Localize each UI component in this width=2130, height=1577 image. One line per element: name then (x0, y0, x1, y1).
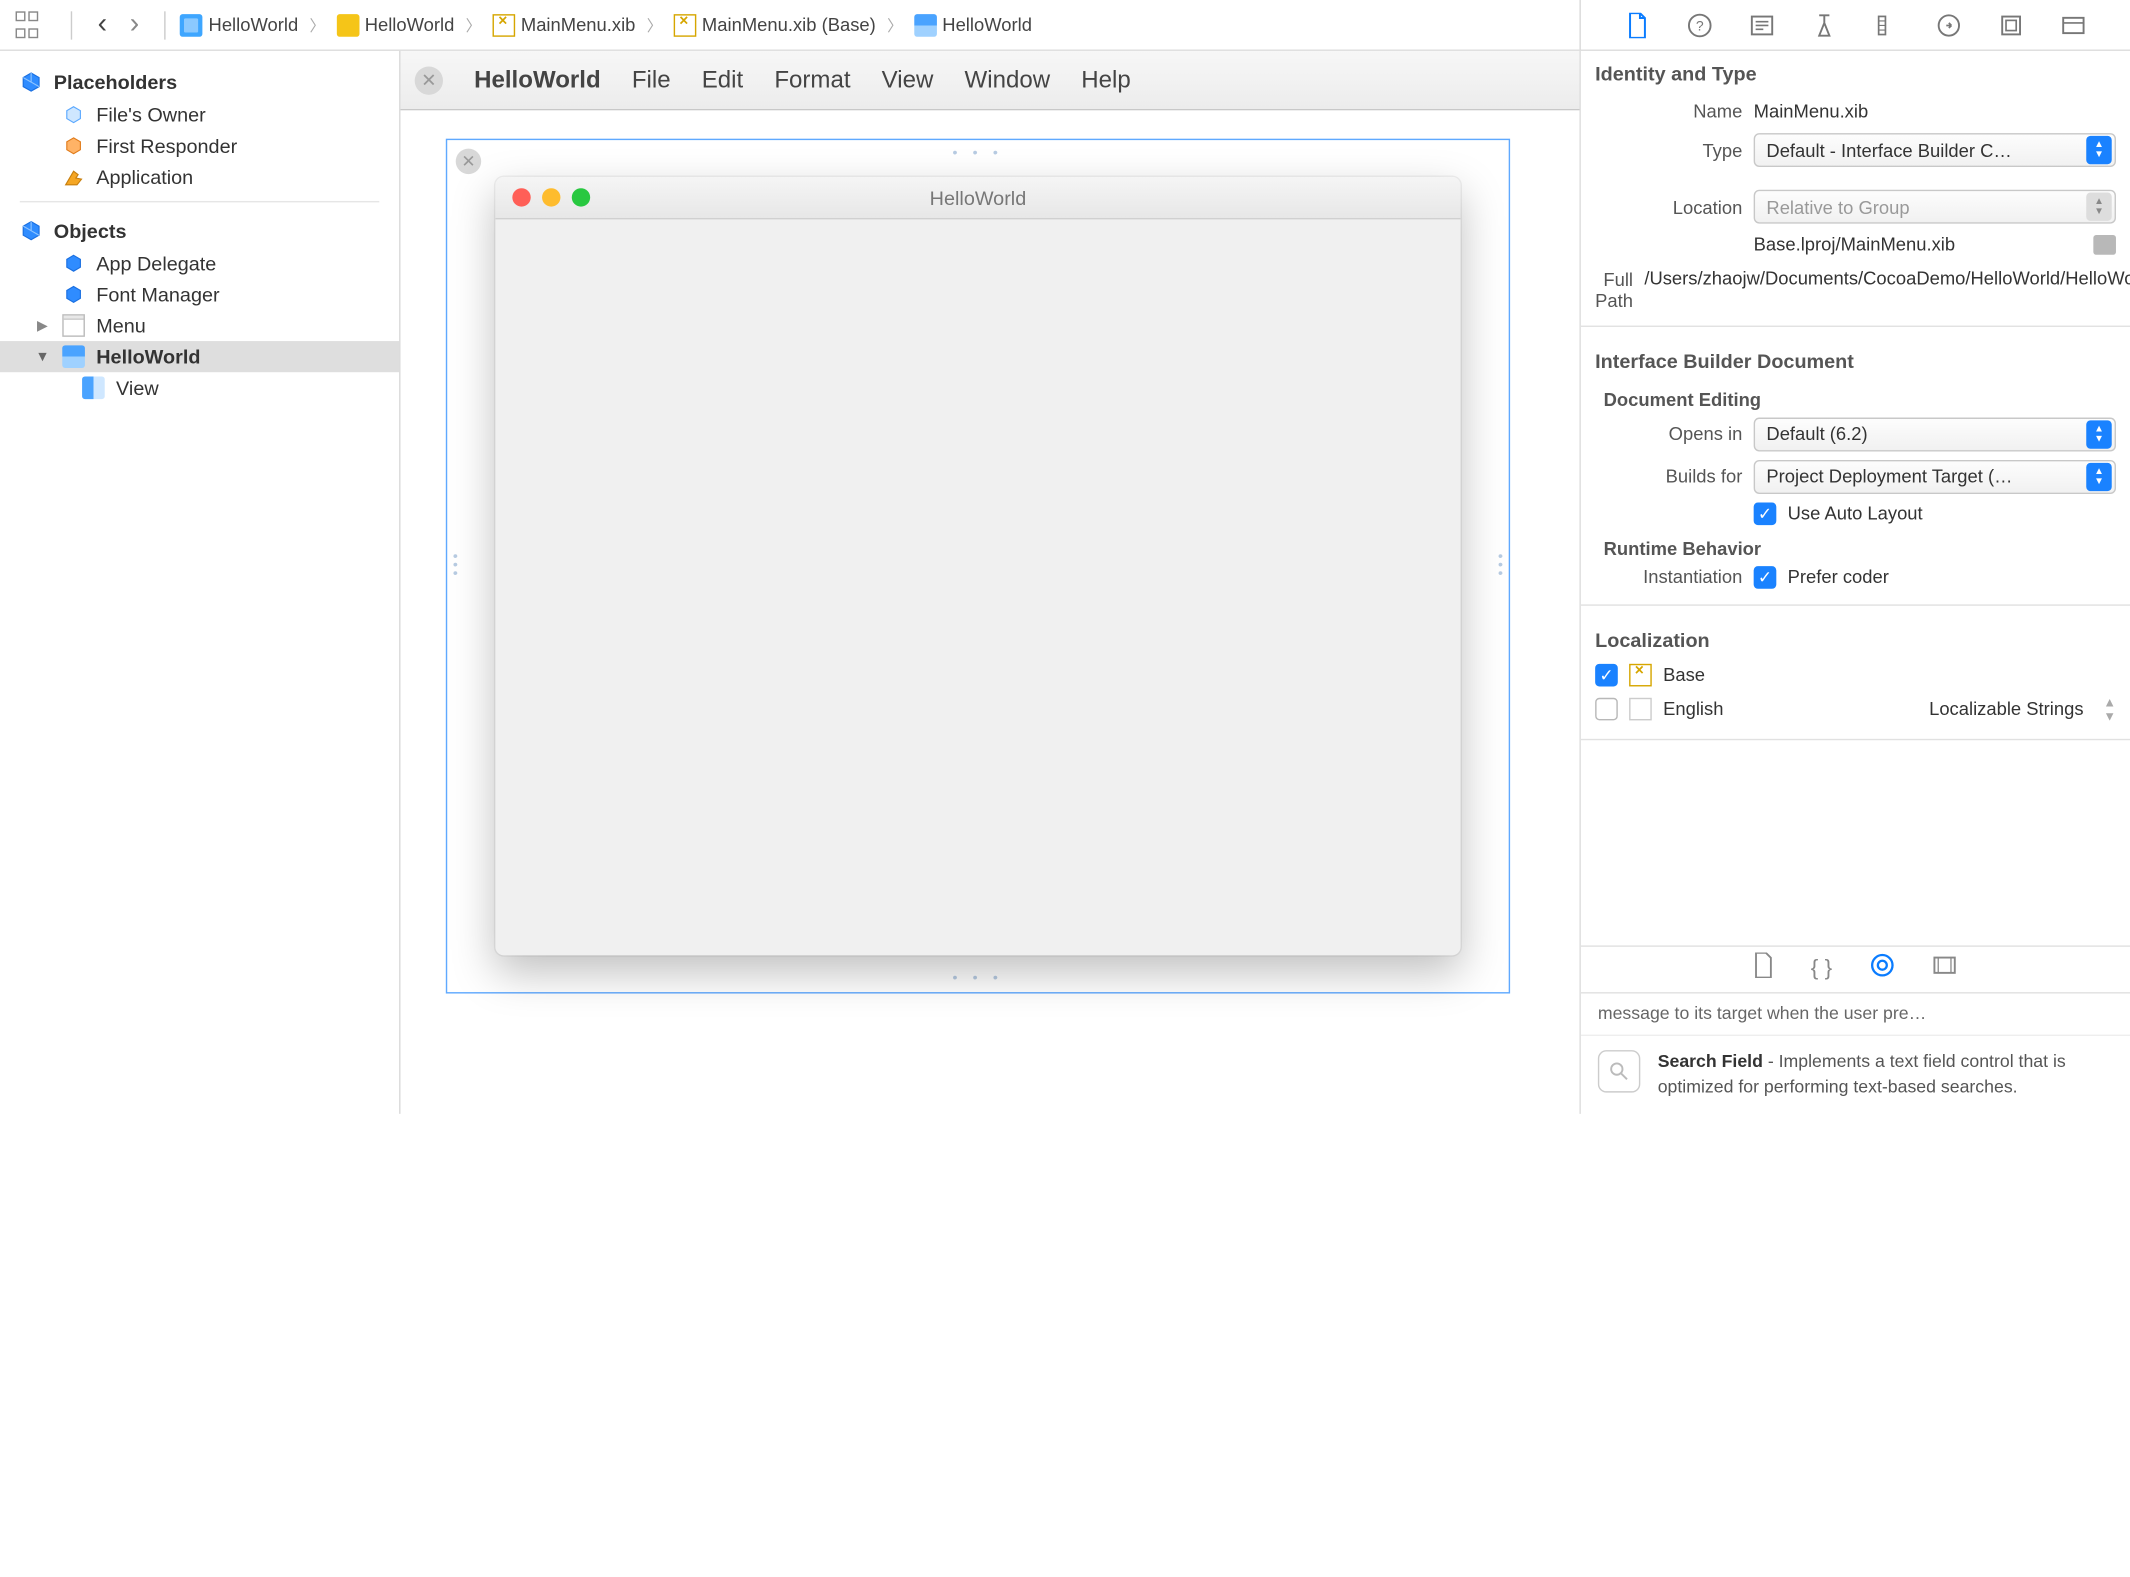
attributes-inspector-tab[interactable] (1809, 9, 1840, 40)
menu-file[interactable]: File (632, 66, 671, 94)
loc-english-checkbox[interactable] (1595, 698, 1618, 721)
close-menubar-icon[interactable]: ✕ (415, 66, 443, 94)
opens-in-label: Opens in (1595, 424, 1742, 445)
menubar-preview[interactable]: ✕ HelloWorld File Edit Format View Windo… (401, 51, 1580, 110)
breadcrumb: HelloWorld 〉 HelloWorld 〉 MainMenu.xib 〉… (180, 13, 1032, 36)
size-inspector-tab[interactable] (1871, 9, 1902, 40)
svg-text:?: ? (1696, 17, 1704, 33)
file-template-library-tab[interactable] (1754, 952, 1774, 985)
autolayout-checkbox[interactable]: ✓ (1754, 502, 1777, 525)
prefer-coder-checkbox[interactable]: ✓ (1754, 566, 1777, 589)
updown-icon[interactable]: ▲▼ (2103, 695, 2116, 723)
file-inspector: Identity and Type Name Type Default - In… (1581, 51, 2130, 1114)
section-localization: Localization (1581, 617, 2130, 659)
disclosure-icon[interactable]: ▶ (34, 318, 51, 334)
fullpath-value: /Users/zhaojw/Documents/CocoaDemo/HelloW… (1644, 266, 2130, 293)
related-items-icon[interactable] (11, 9, 42, 40)
bc-object[interactable]: HelloWorld (914, 13, 1032, 36)
application-item[interactable]: Application (0, 161, 399, 192)
bc-project[interactable]: HelloWorld (180, 13, 298, 36)
loc-base-checkbox[interactable]: ✓ (1595, 664, 1618, 687)
choose-location-icon[interactable] (2093, 236, 2116, 256)
placeholders-header: Placeholders (0, 65, 399, 99)
window-preview[interactable]: HelloWorld (495, 177, 1460, 955)
builds-for-popup[interactable]: Project Deployment Target (… ▲▼ (1754, 460, 2116, 494)
back-button[interactable]: ‹ (86, 8, 118, 41)
prefer-coder-label: Prefer coder (1788, 567, 1889, 588)
builds-for-label: Builds for (1595, 466, 1742, 487)
menu-edit[interactable]: Edit (702, 66, 743, 94)
code-snippet-library-tab[interactable]: { } (1811, 956, 1832, 981)
connections-inspector-tab[interactable] (1933, 9, 1964, 40)
doc-editing-header: Document Editing (1581, 380, 2130, 413)
document-outline: Placeholders File's Owner First Responde… (0, 51, 401, 1114)
xib-icon (1629, 664, 1652, 687)
objects-header: Objects (0, 214, 399, 248)
remove-from-canvas-icon[interactable]: ✕ (456, 149, 481, 174)
menu-help[interactable]: Help (1081, 66, 1130, 94)
files-owner-item[interactable]: File's Owner (0, 99, 399, 130)
opens-in-popup[interactable]: Default (6.2) ▲▼ (1754, 417, 2116, 451)
name-label: Name (1595, 100, 1742, 121)
section-identity: Identity and Type (1581, 51, 2130, 93)
search-field-icon (1598, 1050, 1641, 1092)
library-item-search-field[interactable]: Search Field - Implements a text field c… (1581, 1035, 2130, 1114)
menu-window[interactable]: Window (965, 66, 1051, 94)
view-item[interactable]: View (0, 372, 399, 403)
forward-button[interactable]: › (118, 8, 150, 41)
loc-base-label: Base (1663, 664, 1705, 685)
helloworld-window-item[interactable]: ▼ HelloWorld (0, 341, 399, 372)
instantiation-label: Instantiation (1595, 567, 1742, 588)
menu-item[interactable]: ▶ Menu (0, 310, 399, 341)
disclosure-icon[interactable]: ▼ (34, 349, 51, 365)
identity-inspector-tab[interactable] (1746, 9, 1777, 40)
strings-icon (1629, 698, 1652, 721)
bc-file-base[interactable]: MainMenu.xib (Base) (674, 13, 876, 36)
location-sub: Base.lproj/MainMenu.xib (1754, 232, 2082, 259)
menu-view[interactable]: View (882, 66, 934, 94)
bindings-inspector-tab[interactable] (1996, 9, 2027, 40)
window-title: HelloWorld (495, 186, 1460, 209)
loc-english-kind[interactable]: Localizable Strings (1929, 698, 2083, 719)
library-tabs: { } (1581, 945, 2130, 993)
section-ibd: Interface Builder Document (1581, 338, 2130, 380)
menu-format[interactable]: Format (774, 66, 850, 94)
name-field[interactable] (1754, 98, 2116, 125)
runtime-header: Runtime Behavior (1581, 529, 2130, 562)
type-popup[interactable]: Default - Interface Builder C… ▲▼ (1754, 133, 2116, 167)
loc-english-label: English (1663, 698, 1723, 719)
location-label: Location (1595, 196, 1742, 217)
app-menu[interactable]: HelloWorld (474, 66, 601, 94)
app-delegate-item[interactable]: App Delegate (0, 248, 399, 279)
library-item-trunc: message to its target when the user pre… (1581, 993, 2130, 1035)
bc-file[interactable]: MainMenu.xib (493, 13, 636, 36)
font-manager-item[interactable]: Font Manager (0, 279, 399, 310)
type-label: Type (1595, 139, 1742, 160)
selection-frame[interactable]: ✕ • • • • • • ••• ••• HelloWorld (446, 139, 1510, 994)
location-popup[interactable]: Relative to Group ▲▼ (1754, 190, 2116, 224)
autolayout-label: Use Auto Layout (1788, 503, 1923, 524)
bc-folder[interactable]: HelloWorld (336, 13, 454, 36)
quick-help-tab[interactable]: ? (1684, 9, 1715, 40)
object-library-tab[interactable] (1869, 952, 1894, 985)
file-inspector-tab[interactable] (1622, 9, 1653, 40)
media-library-tab[interactable] (1931, 952, 1956, 985)
fullpath-label: Full Path (1595, 266, 1633, 311)
view-effects-inspector-tab[interactable] (2058, 9, 2089, 40)
first-responder-item[interactable]: First Responder (0, 130, 399, 161)
